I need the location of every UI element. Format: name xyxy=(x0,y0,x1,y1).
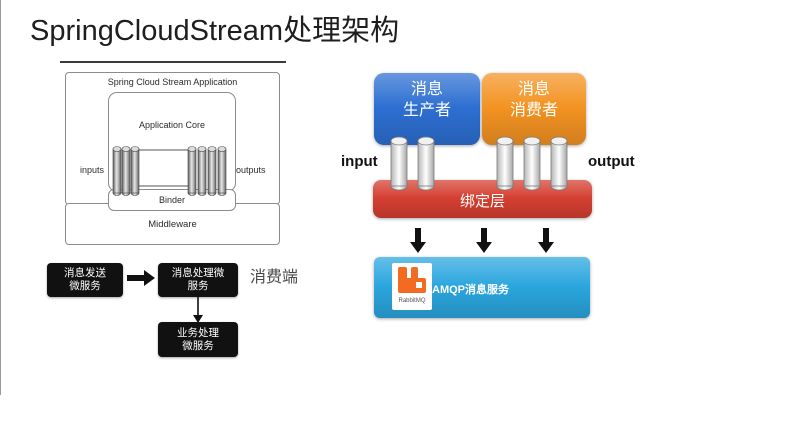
slide-title: SpringCloudStream处理架构 xyxy=(30,15,400,47)
input-channel-cylinder xyxy=(417,136,435,191)
input-label: input xyxy=(341,153,378,170)
output-cylinder xyxy=(217,146,227,196)
business-service-line2: 微服务 xyxy=(182,339,214,352)
rabbitmq-logo-icon xyxy=(398,267,426,293)
rabbitmq-logo: RabbitMQ xyxy=(392,263,432,310)
output-channel-cylinder xyxy=(550,136,568,191)
output-cylinder xyxy=(197,146,207,196)
input-channel-cylinder xyxy=(390,136,408,191)
arrow-down-icon xyxy=(476,228,492,253)
inputs-label: inputs xyxy=(80,165,105,175)
processor-service-line1: 消息处理微 xyxy=(171,267,225,279)
sender-service-line2: 微服务 xyxy=(69,280,101,292)
input-cylinder xyxy=(130,146,140,196)
input-cylinder xyxy=(121,146,131,196)
scs-application-label: Spring Cloud Stream Application xyxy=(107,77,238,87)
producer-line1: 消息 xyxy=(410,81,443,98)
producer-line2: 生产者 xyxy=(402,102,451,119)
binding-channel-cylinders xyxy=(390,136,568,191)
application-core-label: Application Core xyxy=(138,120,206,130)
middleware-label: Middleware xyxy=(148,218,197,230)
input-cylinder xyxy=(112,146,122,196)
slide-left-border xyxy=(0,0,1,395)
slide: SpringCloudStream处理架构 Spring Cloud Strea… xyxy=(0,0,804,421)
sender-service-box: 消息发送 微服务 xyxy=(47,263,123,297)
arrow-right-icon xyxy=(127,270,155,286)
sender-service-line1: 消息发送 xyxy=(64,267,106,279)
output-cylinder xyxy=(187,146,197,196)
processor-service-line2: 服务 xyxy=(187,280,209,292)
business-service-box: 业务处理 微服务 xyxy=(158,322,238,357)
amqp-service-label: AMQP消息服务 xyxy=(432,284,509,296)
arrow-down-icon xyxy=(538,228,554,253)
scs-channel-cylinders xyxy=(112,146,227,196)
consumer-line1: 消息 xyxy=(517,81,550,98)
business-service-line1: 业务处理 xyxy=(177,326,219,339)
consumer-side-label: 消费端 xyxy=(250,269,299,286)
title-rule xyxy=(60,61,286,63)
rabbitmq-logo-text: RabbitMQ xyxy=(398,298,426,304)
output-channel-cylinder xyxy=(496,136,514,191)
output-cylinder xyxy=(207,146,217,196)
consumer-line2: 消费者 xyxy=(509,102,558,119)
output-label: output xyxy=(588,153,635,170)
processor-service-box: 消息处理微 服务 xyxy=(158,263,238,297)
arrow-down-icon xyxy=(193,297,203,323)
outputs-label: outputs xyxy=(236,165,266,175)
arrow-down-icon xyxy=(410,228,426,253)
output-channel-cylinder xyxy=(523,136,541,191)
